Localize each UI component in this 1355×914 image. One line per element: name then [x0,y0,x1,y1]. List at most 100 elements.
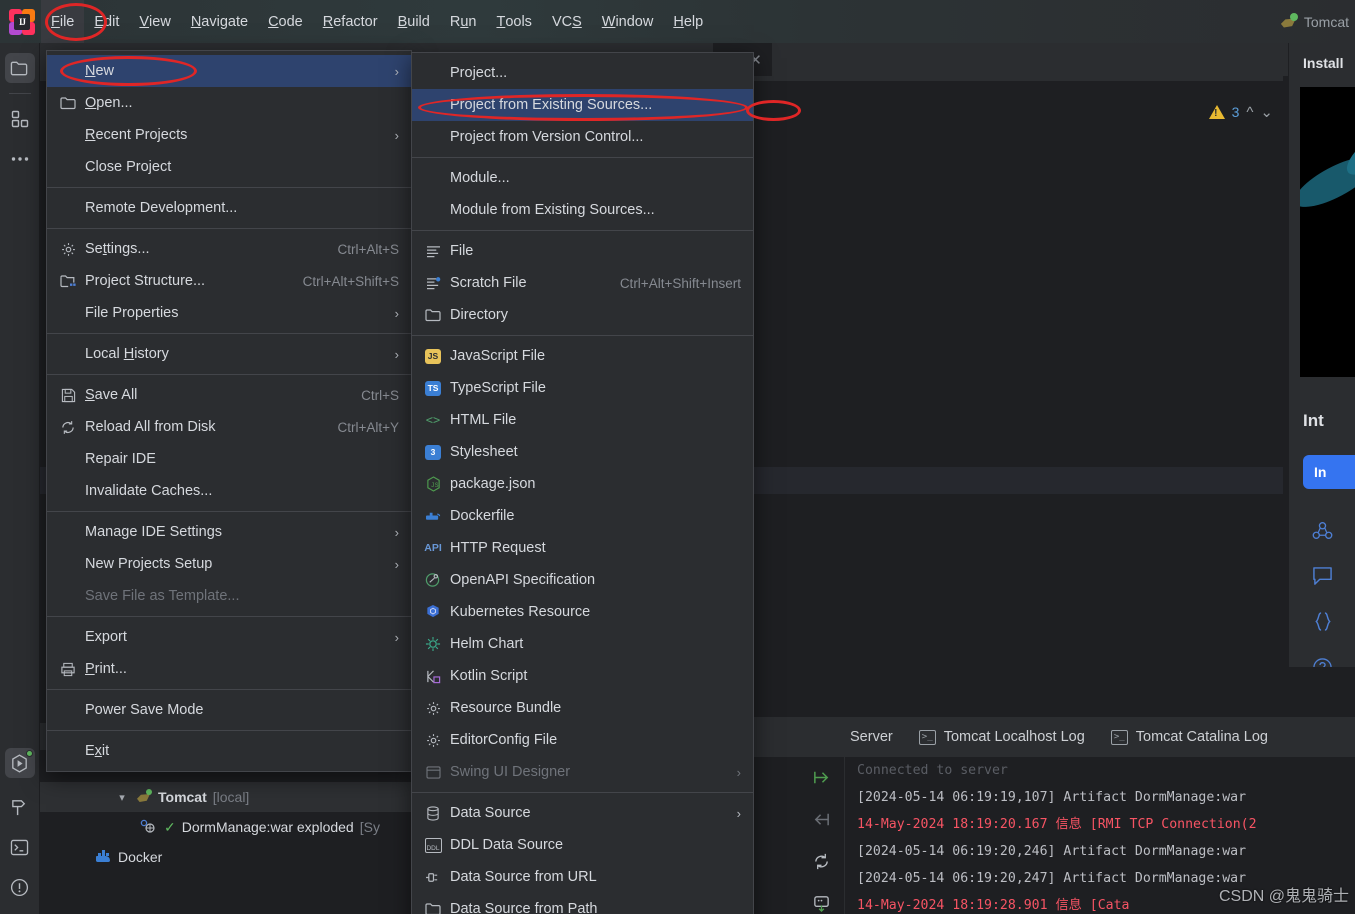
terminal-icon: >_ [918,729,936,745]
structure-icon[interactable] [5,104,35,134]
tab-server[interactable]: Server [850,729,893,745]
menu-vcs[interactable]: VC S [542,0,592,43]
menu-item-settings[interactable]: Settings... Ctrl+Alt+S [47,233,411,265]
scroll-to-end-icon[interactable] [812,768,831,792]
menu-help[interactable]: Help [663,0,713,43]
previous-problem-icon[interactable]: ^ [1246,104,1253,121]
menu-item-helm-chart[interactable]: Helm Chart [412,628,753,660]
menu-item-project-structure[interactable]: Project Structure... Ctrl+Alt+Shift+S [47,265,411,297]
tab-tomcat-catalina-log[interactable]: >_ Tomcat Catalina Log [1110,729,1268,745]
menu-item-project-from-existing-sources[interactable]: Project from Existing Sources... [412,89,753,121]
menu-item-data-source[interactable]: Data Source › [412,797,753,829]
menu-item-dockerfile[interactable]: Dockerfile [412,500,753,532]
rail-divider [8,93,31,94]
install-button[interactable]: In [1303,455,1355,489]
shortcut: Ctrl+Alt+S [337,241,399,257]
artifact-icon [140,819,158,835]
left-tool-window-rail [0,43,40,914]
menu-item-invalidate-caches[interactable]: Invalidate Caches... [47,475,411,507]
menu-item-open[interactable]: Open... [47,87,411,119]
reload-icon [57,420,79,435]
menu-item-kubernetes-resource[interactable]: Kubernetes Resource [412,596,753,628]
menu-item-module-from-existing-sources[interactable]: Module from Existing Sources... [412,194,753,226]
menu-item-kotlin-script[interactable]: Kotlin Script [412,660,753,692]
menu-view[interactable]: View [129,0,180,43]
menu-window[interactable]: Window [592,0,664,43]
menu-item-http-request[interactable]: API HTTP Request [412,532,753,564]
run-configuration-widget[interactable]: Tomcat [1280,12,1355,31]
main-menu-bar[interactable]: File Edit View Navigate Code Refactor Bu… [41,0,713,43]
next-problem-icon[interactable]: ⌄ [1260,103,1273,121]
menu-item-new[interactable]: New › [47,55,411,87]
menu-item-print[interactable]: Print... [47,653,411,685]
menu-item-javascript-file[interactable]: JS JavaScript File [412,340,753,372]
menu-item-project[interactable]: Project... [412,57,753,89]
menu-item-data-source-from-url[interactable]: Data Source from URL [412,861,753,893]
menu-item-manage-ide-settings[interactable]: Manage IDE Settings › [47,516,411,548]
log-tab-strip[interactable]: Server >_ Tomcat Localhost Log >_ Tomcat… [740,717,1355,757]
problems-icon[interactable] [5,872,35,902]
tab-tomcat-localhost-log[interactable]: >_ Tomcat Localhost Log [918,729,1085,745]
menu-item-exit[interactable]: Exit [47,735,411,767]
menu-item-remote-development[interactable]: Remote Development... [47,192,411,224]
chevron-right-icon: › [394,305,399,321]
menu-item-editorconfig-file[interactable]: EditorConfig File [412,724,753,756]
menu-item-power-save-mode[interactable]: Power Save Mode [47,694,411,726]
menu-item-file-properties[interactable]: File Properties › [47,297,411,329]
terminal-icon: >_ [1110,729,1128,745]
menu-edit[interactable]: Edit [84,0,129,43]
chevron-right-icon: › [736,764,741,780]
menu-item-package-json[interactable]: JS package.json [412,468,753,500]
menu-code[interactable]: Code [258,0,313,43]
soft-wrap-icon[interactable] [812,894,831,914]
api-icon: API [424,542,442,554]
build-icon[interactable] [5,792,35,822]
menu-item-openapi-specification[interactable]: OpenAPI Specification [412,564,753,596]
menu-tools[interactable]: Tools [486,0,541,43]
menu-item-file[interactable]: File [412,235,753,267]
menu-item-project-from-version-control[interactable]: Project from Version Control... [412,121,753,153]
menu-navigate[interactable]: Navigate [181,0,258,43]
chat-icon[interactable] [1312,566,1333,591]
menu-item-recent-projects[interactable]: Recent Projects › [47,119,411,151]
menu-item-typescript-file[interactable]: TS TypeScript File [412,372,753,404]
menu-item-scratch-file[interactable]: Scratch File Ctrl+Alt+Shift+Insert [412,267,753,299]
tree-label-suffix: [Sy [359,819,380,835]
menu-item-ddl-data-source[interactable]: DDL DDL Data Source [412,829,753,861]
menu-refactor[interactable]: Refactor [313,0,388,43]
new-submenu[interactable]: Project... Project from Existing Sources… [411,52,754,914]
menu-run[interactable]: Run [440,0,487,43]
menu-item-close-project[interactable]: Close Project [47,151,411,183]
menu-item-local-history[interactable]: Local History › [47,338,411,370]
right-panel-title: Install [1303,55,1344,71]
kotlin-icon [422,669,444,684]
ai-assistant-icon[interactable] [1312,521,1333,546]
intellij-idea-window: IJ File Edit View Navigate Code Refactor… [0,0,1355,914]
menu-item-resource-bundle[interactable]: Resource Bundle [412,692,753,724]
menu-item-module[interactable]: Module... [412,162,753,194]
chevron-down-icon[interactable]: ▾ [114,791,130,804]
more-tool-windows-icon[interactable] [5,144,35,174]
inspection-widget[interactable]: 3 ^ ⌄ [1208,103,1273,121]
menu-item-new-projects-setup[interactable]: New Projects Setup › [47,548,411,580]
services-icon[interactable] [4,748,35,778]
scroll-to-source-icon[interactable] [812,810,831,834]
menu-item-reload-all-from-disk[interactable]: Reload All from Disk Ctrl+Alt+Y [47,411,411,443]
menu-item-stylesheet[interactable]: 3 Stylesheet [412,436,753,468]
menu-item-repair-ide[interactable]: Repair IDE [47,443,411,475]
log-toolbar[interactable] [800,762,842,914]
menu-item-directory[interactable]: Directory [412,299,753,331]
shortcut: Ctrl+S [361,387,399,403]
menu-build[interactable]: Build [388,0,440,43]
menu-item-data-source-from-path[interactable]: Data Source from Path [412,893,753,914]
project-icon[interactable] [4,53,35,83]
rerun-icon[interactable] [812,852,831,876]
terminal-icon[interactable] [5,832,35,862]
project-structure-icon [57,274,79,288]
file-menu[interactable]: New › Open... Recent Projects › Close Pr… [46,50,412,772]
code-braces-icon[interactable] [1313,611,1333,637]
menu-item-export[interactable]: Export › [47,621,411,653]
menu-item-save-all[interactable]: Save All Ctrl+S [47,379,411,411]
menu-item-html-file[interactable]: <> HTML File [412,404,753,436]
menu-file[interactable]: File [41,0,85,43]
